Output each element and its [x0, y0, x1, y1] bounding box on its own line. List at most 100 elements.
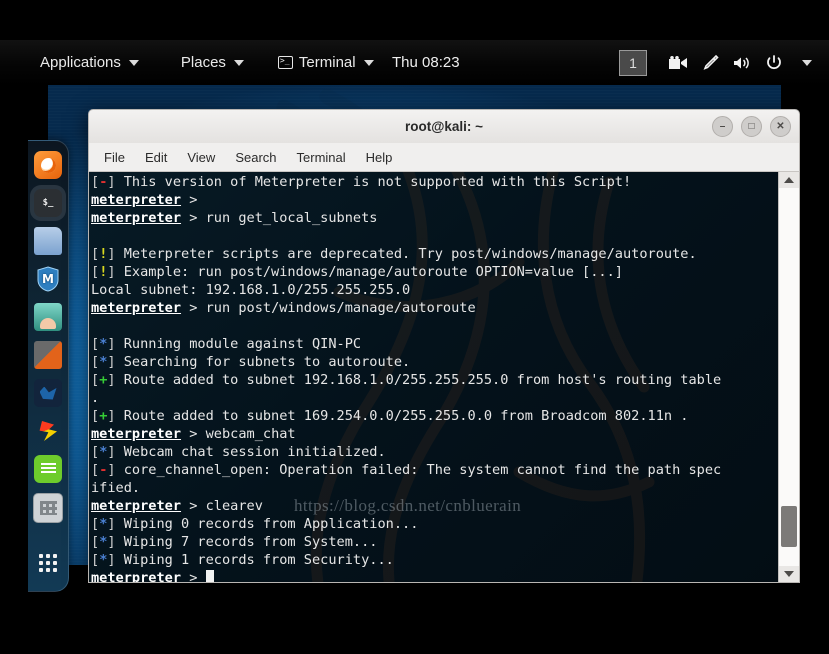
terminal-window: root@kali: ~ – □ ✕ File Edit View Search… — [88, 109, 800, 583]
terminal-prompt-separator: > — [181, 210, 206, 226]
terminal-message: Route added to subnet 169.254.0.0/255.25… — [115, 408, 689, 424]
terminal-output-area[interactable]: [-] This version of Meterpreter is not s… — [88, 172, 800, 583]
window-title: root@kali: ~ — [404, 119, 484, 134]
terminal-line: [-] This version of Meterpreter is not s… — [91, 173, 777, 191]
scroll-down-arrow-icon[interactable] — [779, 566, 799, 582]
terminal-status-marker: [*] — [91, 534, 116, 550]
terminal-status-marker: [*] — [91, 336, 116, 352]
terminal-line: [*] Webcam chat session initialized. — [91, 443, 777, 461]
workspace-number: 1 — [629, 54, 637, 71]
burpsuite-icon[interactable] — [34, 303, 62, 331]
menu-terminal[interactable]: Terminal — [288, 147, 355, 168]
terminal-message: Meterpreter scripts are deprecated. Try … — [115, 246, 697, 262]
terminal-prompt-separator: > — [181, 192, 206, 208]
terminal-prompt: meterpreter — [91, 570, 182, 583]
terminal-prompt-separator: > — [181, 498, 206, 514]
terminal-line: [+] Route added to subnet 192.168.1.0/25… — [91, 371, 777, 389]
terminal-message: Wiping 7 records from System... — [115, 534, 378, 550]
menu-edit[interactable]: Edit — [136, 147, 176, 168]
terminal-line: ified. — [91, 479, 777, 497]
window-titlebar[interactable]: root@kali: ~ – □ ✕ — [88, 109, 800, 143]
minimize-button[interactable]: – — [712, 116, 733, 137]
terminal-prompt: meterpreter — [91, 426, 182, 442]
application-dock: $_ M — [28, 140, 69, 592]
firefox-icon[interactable] — [34, 151, 62, 179]
terminal-status-marker: [*] — [91, 354, 116, 370]
terminal-text: [-] This version of Meterpreter is not s… — [91, 173, 777, 583]
maximize-button[interactable]: □ — [741, 116, 762, 137]
scrollbar-track[interactable] — [779, 188, 799, 566]
panel-clock[interactable]: Thu 08:23 — [392, 40, 460, 85]
terminal-status-marker: [*] — [91, 552, 116, 568]
maximize-icon: □ — [748, 120, 755, 132]
terminal-line: [-] core_channel_open: Operation failed:… — [91, 461, 777, 479]
volume-icon[interactable] — [727, 48, 757, 78]
terminal-menubar: File Edit View Search Terminal Help — [88, 143, 800, 172]
clock-label: Thu 08:23 — [392, 54, 460, 71]
terminal-message: Route added to subnet 192.168.1.0/255.25… — [115, 372, 722, 388]
workspace-indicator[interactable]: 1 — [619, 49, 647, 76]
terminal-message: Wiping 0 records from Application... — [115, 516, 419, 532]
terminal-message: Example: run post/windows/manage/autorou… — [115, 264, 623, 280]
terminal-label: Terminal — [298, 54, 356, 71]
panel-places-menu[interactable]: Places — [171, 50, 254, 75]
terminal-status-marker: [*] — [91, 444, 116, 460]
chevron-down-icon[interactable] — [791, 48, 821, 78]
terminal-status-marker: [-] — [91, 174, 116, 190]
terminal-line: meterpreter > run get_local_subnets — [91, 209, 777, 227]
wireshark-icon[interactable] — [34, 379, 62, 407]
calculator-icon[interactable] — [33, 493, 63, 523]
chevron-down-icon — [128, 59, 139, 66]
terminal-line: [*] Wiping 7 records from System... — [91, 533, 777, 551]
desktop-screen: Applications Places Terminal Thu 08:23 1 — [0, 0, 829, 654]
panel-terminal-menu[interactable]: Terminal — [268, 50, 384, 75]
files-icon[interactable] — [34, 227, 62, 255]
pen-tool-icon[interactable] — [695, 48, 725, 78]
video-camera-icon[interactable] — [663, 48, 693, 78]
power-icon[interactable] — [759, 48, 789, 78]
terminal-message: ified. — [91, 480, 141, 496]
window-controls: – □ ✕ — [712, 110, 791, 143]
top-panel: Applications Places Terminal Thu 08:23 1 — [0, 40, 829, 85]
terminal-message: Wiping 1 records from Security... — [115, 552, 394, 568]
scrollbar-thumb[interactable] — [781, 505, 797, 548]
menu-view[interactable]: View — [178, 147, 224, 168]
menu-file[interactable]: File — [95, 147, 134, 168]
terminal-message: Searching for subnets to autoroute. — [115, 354, 411, 370]
terminal-icon[interactable]: $_ — [34, 189, 62, 217]
terminal-message: Webcam chat session initialized. — [115, 444, 386, 460]
terminal-line: [*] Searching for subnets to autoroute. — [91, 353, 777, 371]
terminal-line: [*] Wiping 0 records from Application... — [91, 515, 777, 533]
metasploit-icon[interactable]: M — [34, 265, 62, 293]
terminal-icon — [277, 54, 293, 69]
chevron-down-icon — [363, 59, 374, 66]
terminal-message: Local subnet: 192.168.1.0/255.255.255.0 — [91, 282, 411, 298]
terminal-status-marker: [*] — [91, 516, 116, 532]
terminal-command: run post/windows/manage/autoroute — [205, 300, 476, 316]
terminal-line: [*] Wiping 1 records from Security... — [91, 551, 777, 569]
panel-tray: 1 — [619, 40, 821, 85]
armitage-icon[interactable] — [34, 341, 62, 369]
terminal-command: run get_local_subnets — [205, 210, 378, 226]
terminal-line: [!] Meterpreter scripts are deprecated. … — [91, 245, 777, 263]
show-applications-icon[interactable] — [34, 549, 62, 577]
menu-help[interactable]: Help — [357, 147, 402, 168]
panel-applications-menu[interactable]: Applications — [30, 50, 149, 75]
menu-search[interactable]: Search — [226, 147, 285, 168]
terminal-prompt: meterpreter — [91, 210, 182, 226]
terminal-scrollbar[interactable] — [778, 172, 799, 582]
applications-label: Applications — [40, 54, 121, 71]
terminal-prompt-separator: > — [181, 426, 206, 442]
terminal-command: webcam_chat — [205, 426, 296, 442]
terminal-prompt-separator: > — [181, 300, 206, 316]
scroll-up-arrow-icon[interactable] — [779, 172, 799, 188]
close-button[interactable]: ✕ — [770, 116, 791, 137]
beef-icon[interactable] — [34, 417, 62, 445]
text-editor-icon[interactable] — [34, 455, 62, 483]
terminal-prompt: meterpreter — [91, 192, 182, 208]
watermark-text: https://blog.csdn.net/cnbluerain — [294, 496, 522, 515]
terminal-prompt-separator: > — [181, 570, 206, 583]
terminal-prompt: meterpreter — [91, 300, 182, 316]
